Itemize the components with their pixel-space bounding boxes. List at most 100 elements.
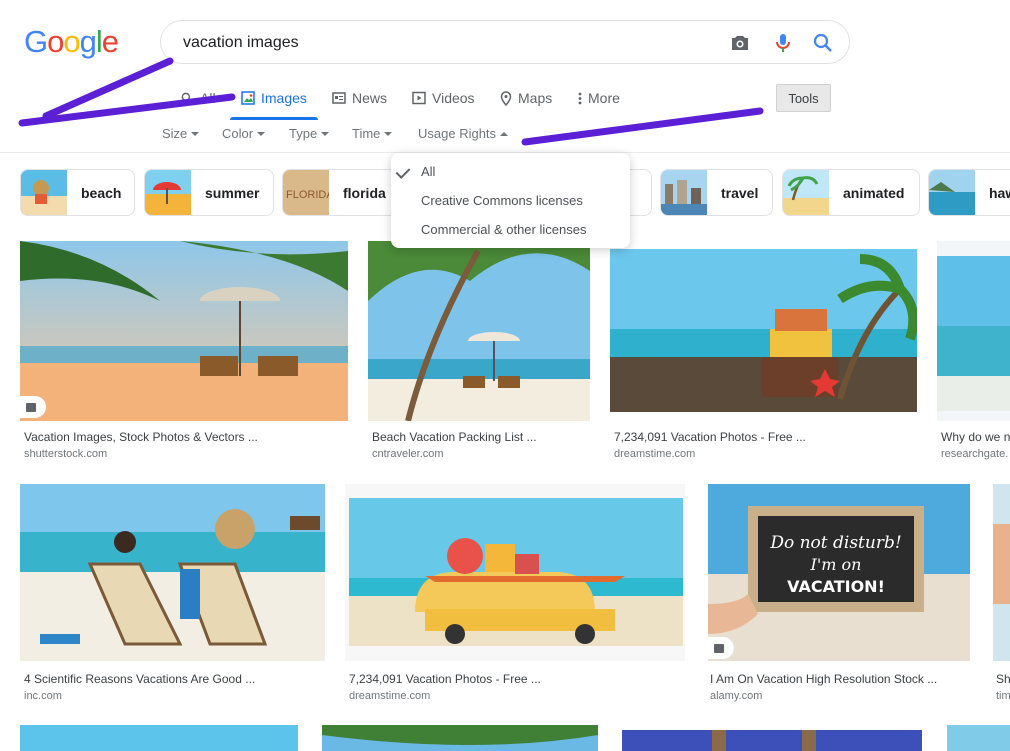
filter-color[interactable]: Color xyxy=(222,126,266,141)
result-title[interactable]: 7,234,091 Vacation Photos - Free ... xyxy=(614,430,914,444)
annotation-stroke xyxy=(521,107,764,146)
result-title[interactable]: Vacation Images, Stock Photos & Vectors … xyxy=(24,430,344,444)
tab-label: News xyxy=(352,90,388,106)
result-image[interactable] xyxy=(937,241,1010,421)
chip-florida[interactable]: FLORIDA florida xyxy=(282,169,402,216)
chevron-up-icon xyxy=(500,131,509,136)
chip-label: florida xyxy=(343,184,386,201)
filter-time[interactable]: Time xyxy=(352,126,393,141)
result-title[interactable]: Why do we n xyxy=(941,430,1010,444)
result-source[interactable]: shutterstock.com xyxy=(24,448,344,460)
chip-beach[interactable]: beach xyxy=(20,169,135,216)
result-title[interactable]: Beach Vacation Packing List ... xyxy=(372,430,590,444)
search-icon[interactable] xyxy=(811,31,835,55)
search-icon xyxy=(181,92,193,104)
tab-more[interactable]: More xyxy=(578,88,620,108)
mic-icon[interactable] xyxy=(771,31,795,55)
news-icon xyxy=(332,92,346,104)
result-source[interactable]: researchgate. xyxy=(941,448,1010,460)
result-image[interactable] xyxy=(947,725,1010,751)
filter-label: Time xyxy=(352,126,381,141)
result-source[interactable]: cntraveler.com xyxy=(372,448,590,460)
more-vertical-icon xyxy=(578,92,582,105)
sign-line-3: VACATION! xyxy=(787,577,885,596)
tab-label: Maps xyxy=(518,90,553,106)
logo-letter: g xyxy=(79,24,97,59)
result-source[interactable]: tim xyxy=(996,690,1010,702)
filter-label: Type xyxy=(289,126,318,141)
usage-rights-menu: All Creative Commons licenses Commercial… xyxy=(391,153,630,248)
sign-line-1: Do not disturb! xyxy=(769,533,901,553)
chip-thumbnail xyxy=(145,170,191,215)
image-icon xyxy=(714,643,724,653)
result-image[interactable] xyxy=(993,484,1010,661)
result-image[interactable] xyxy=(345,484,685,661)
tab-videos[interactable]: Videos xyxy=(412,88,475,108)
chip-label: summer xyxy=(205,184,260,201)
chip-thumbnail: FLORIDA xyxy=(283,170,329,215)
logo-letter: o xyxy=(47,24,64,59)
logo-letter: e xyxy=(101,24,119,59)
filter-usage-rights[interactable]: Usage Rights xyxy=(418,126,509,141)
svg-text:FLORIDA: FLORIDA xyxy=(286,189,329,201)
search-input[interactable] xyxy=(181,30,705,56)
checkmark-icon xyxy=(395,164,411,179)
tools-label: Tools xyxy=(788,90,819,106)
menu-item-all[interactable]: All xyxy=(421,164,435,179)
result-image[interactable] xyxy=(20,725,298,751)
active-tab-indicator xyxy=(230,117,318,120)
result-image[interactable] xyxy=(322,725,598,751)
tab-label: More xyxy=(588,90,620,106)
map-pin-icon xyxy=(500,90,512,106)
result-title[interactable]: I Am On Vacation High Resolution Stock .… xyxy=(710,672,972,686)
search-box xyxy=(160,20,850,64)
filter-label: Color xyxy=(222,126,254,141)
chip-label: haw xyxy=(989,184,1010,201)
result-source[interactable]: alamy.com xyxy=(710,690,972,702)
filter-label: Usage Rights xyxy=(418,126,497,141)
tab-news[interactable]: News xyxy=(332,88,387,108)
chip-thumbnail xyxy=(929,170,975,215)
video-icon xyxy=(412,91,426,105)
logo-letter: G xyxy=(24,24,48,59)
result-image[interactable] xyxy=(20,484,325,661)
annotation-stroke xyxy=(42,57,174,120)
tools-button[interactable]: Tools xyxy=(776,84,831,112)
tab-label: All xyxy=(200,90,216,106)
result-image[interactable] xyxy=(610,249,917,412)
image-icon xyxy=(241,91,255,105)
chip-label: animated xyxy=(843,184,905,201)
tab-images[interactable]: Images xyxy=(241,88,307,108)
tab-all[interactable]: All xyxy=(180,88,216,108)
result-image[interactable]: Do not disturb! I'm on VACATION! xyxy=(708,484,970,661)
result-title[interactable]: 7,234,091 Vacation Photos - Free ... xyxy=(349,672,684,686)
logo-letter: o xyxy=(63,24,80,59)
image-icon xyxy=(26,402,36,412)
result-image[interactable] xyxy=(368,241,590,421)
result-image[interactable] xyxy=(20,241,348,421)
filter-type[interactable]: Type xyxy=(289,126,330,141)
tab-maps[interactable]: Maps xyxy=(500,88,552,108)
chip-animated[interactable]: animated xyxy=(782,169,920,216)
result-source[interactable]: inc.com xyxy=(24,690,324,702)
chip-label: beach xyxy=(81,184,122,201)
chevron-down-icon xyxy=(257,131,266,136)
result-source[interactable]: dreamstime.com xyxy=(349,690,684,702)
camera-icon[interactable] xyxy=(728,31,752,55)
result-title[interactable]: Sh xyxy=(996,672,1010,686)
image-type-badge xyxy=(708,637,734,659)
menu-item-commercial[interactable]: Commercial & other licenses xyxy=(421,222,586,237)
result-title[interactable]: 4 Scientific Reasons Vacations Are Good … xyxy=(24,672,324,686)
chevron-down-icon xyxy=(384,131,393,136)
filter-label: Size xyxy=(162,126,188,141)
chip-travel[interactable]: travel xyxy=(660,169,773,216)
chip-hawaii[interactable]: haw xyxy=(928,169,1010,216)
tab-label: Images xyxy=(261,90,307,106)
menu-item-creative-commons[interactable]: Creative Commons licenses xyxy=(421,193,583,208)
chip-summer[interactable]: summer xyxy=(144,169,274,216)
result-image[interactable] xyxy=(622,730,922,751)
image-type-badge xyxy=(20,396,46,418)
google-logo[interactable]: Google xyxy=(24,24,119,60)
result-source[interactable]: dreamstime.com xyxy=(614,448,914,460)
filter-size[interactable]: Size xyxy=(162,126,200,141)
